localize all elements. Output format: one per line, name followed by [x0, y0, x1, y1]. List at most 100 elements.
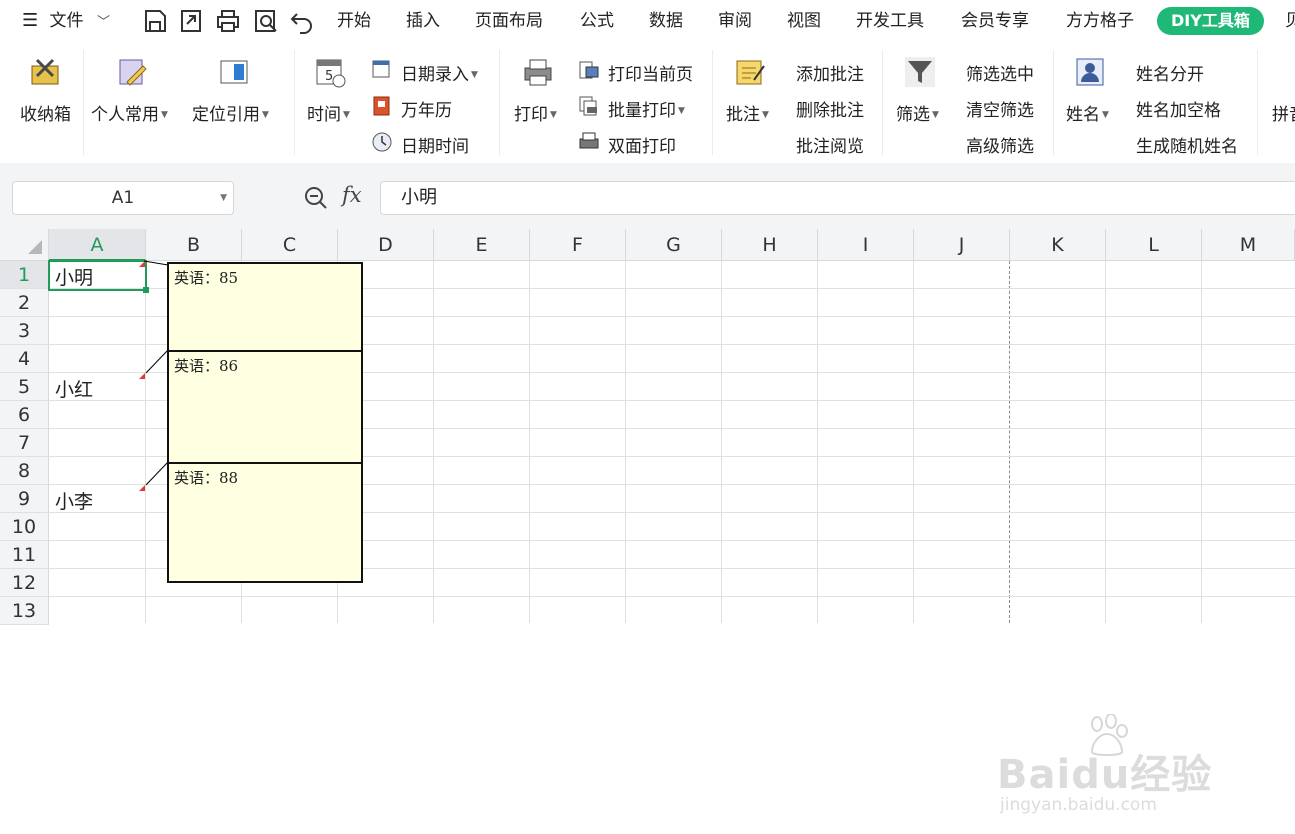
ribbon-separator: [499, 50, 500, 155]
filter-select-button[interactable]: 筛选选中: [966, 60, 1034, 85]
svg-text:5: 5: [325, 69, 333, 84]
name-button[interactable]: 姓名 ▼: [1066, 100, 1109, 125]
locate-ref-button[interactable]: 定位引用 ▼: [192, 100, 269, 125]
print-label: 打印: [514, 105, 548, 125]
tab-review[interactable]: 审阅: [718, 0, 752, 42]
print-preview-icon[interactable]: [251, 6, 281, 36]
save-icon[interactable]: [140, 6, 170, 36]
tab-view[interactable]: 视图: [787, 0, 821, 42]
watermark-brand: Baidu经验: [997, 752, 1213, 798]
select-all-corner[interactable]: [0, 229, 49, 261]
column-header-m[interactable]: M: [1202, 229, 1295, 261]
batch-print-button[interactable]: 批量打印 ▼: [608, 96, 685, 121]
column-header-d[interactable]: D: [338, 229, 434, 261]
column-header-j[interactable]: J: [914, 229, 1010, 261]
row-header-8[interactable]: 8: [0, 457, 49, 485]
filter-button[interactable]: 筛选 ▼: [896, 100, 939, 125]
export-icon[interactable]: [176, 6, 206, 36]
ribbon-separator: [1257, 50, 1258, 155]
random-name-button[interactable]: 生成随机姓名: [1136, 132, 1238, 157]
delete-comment-button[interactable]: 删除批注: [796, 96, 864, 121]
column-header-a[interactable]: A: [49, 229, 146, 261]
chevron-down-icon: ﹀: [96, 15, 110, 30]
row-header-7[interactable]: 7: [0, 429, 49, 457]
locate-ref-label: 定位引用: [192, 105, 260, 125]
comment-note-icon: [736, 60, 765, 85]
name-box[interactable]: A1 ▼: [12, 181, 234, 215]
selected-cell-outline: [48, 260, 149, 293]
ribbon-separator: [294, 50, 295, 155]
comment-box[interactable]: 英语：85: [167, 262, 363, 352]
tab-start[interactable]: 开始: [337, 0, 371, 42]
row-header-5[interactable]: 5: [0, 373, 49, 401]
clear-filter-button[interactable]: 清空筛选: [966, 96, 1034, 121]
print-current-icon: [579, 61, 599, 79]
watermark-url: jingyan.baidu.com: [1000, 795, 1157, 815]
row-header-1[interactable]: 1: [0, 261, 49, 289]
calendar-button[interactable]: 万年历: [401, 96, 452, 121]
dropdown-caret-icon: ▼: [1102, 110, 1109, 120]
printer-icon[interactable]: [213, 6, 243, 36]
comment-box[interactable]: 英语：88: [167, 462, 363, 583]
comment-box[interactable]: 英语：86: [167, 350, 363, 464]
time-calendar-icon: 5: [316, 59, 346, 88]
column-header-l[interactable]: L: [1106, 229, 1202, 261]
print-button[interactable]: 打印 ▼: [514, 100, 557, 125]
date-time-button[interactable]: 日期时间: [401, 132, 469, 157]
toolbox-icon: [31, 58, 59, 85]
duplex-print-button[interactable]: 双面打印: [608, 132, 676, 157]
row-header-13[interactable]: 13: [0, 597, 49, 625]
hamburger-icon: ☰: [22, 10, 39, 31]
column-header-i[interactable]: I: [818, 229, 914, 261]
row-header-12[interactable]: 12: [0, 569, 49, 597]
row-header-3[interactable]: 3: [0, 317, 49, 345]
chevron-down-icon[interactable]: ▼: [220, 182, 227, 214]
cell-a5[interactable]: 小红: [55, 375, 93, 402]
undo-icon[interactable]: [287, 6, 317, 36]
time-label: 时间: [307, 105, 341, 125]
print-current-button[interactable]: 打印当前页: [608, 60, 693, 85]
tab-formula[interactable]: 公式: [580, 0, 614, 42]
split-name-button[interactable]: 姓名分开: [1136, 60, 1204, 85]
tab-overflow[interactable]: 贝: [1285, 0, 1295, 42]
date-entry-button[interactable]: 日期录入 ▼: [401, 60, 478, 85]
row-header-11[interactable]: 11: [0, 541, 49, 569]
fx-icon[interactable]: fx: [342, 183, 362, 207]
column-header-f[interactable]: F: [530, 229, 626, 261]
row-header-9[interactable]: 9: [0, 485, 49, 513]
name-space-button[interactable]: 姓名加空格: [1136, 96, 1221, 121]
dropdown-caret-icon: ▼: [343, 110, 350, 120]
column-header-c[interactable]: C: [242, 229, 338, 261]
column-header-g[interactable]: G: [626, 229, 722, 261]
person-card-icon: [1076, 58, 1104, 86]
zoom-search-icon[interactable]: [303, 185, 329, 211]
tab-developer[interactable]: 开发工具: [856, 0, 924, 42]
filter-label: 筛选: [896, 105, 930, 125]
tab-diy-toolbox[interactable]: DIY工具箱: [1157, 7, 1264, 35]
row-header-10[interactable]: 10: [0, 513, 49, 541]
tab-insert[interactable]: 插入: [406, 0, 440, 42]
view-comment-button[interactable]: 批注阅览: [796, 132, 864, 157]
comment-button[interactable]: 批注 ▼: [726, 100, 769, 125]
column-header-h[interactable]: H: [722, 229, 818, 261]
row-header-4[interactable]: 4: [0, 345, 49, 373]
tab-fangfang[interactable]: 方方格子: [1066, 0, 1134, 42]
formula-input[interactable]: 小明: [380, 181, 1295, 215]
row-header-2[interactable]: 2: [0, 289, 49, 317]
dropdown-caret-icon: ▼: [762, 110, 769, 120]
add-comment-button[interactable]: 添加批注: [796, 60, 864, 85]
time-button[interactable]: 时间 ▼: [307, 100, 350, 125]
column-header-k[interactable]: K: [1010, 229, 1106, 261]
file-menu[interactable]: ☰ 文件 ﹀: [22, 0, 110, 42]
personal-button[interactable]: 个人常用 ▼: [91, 100, 168, 125]
row-header-6[interactable]: 6: [0, 401, 49, 429]
tab-data[interactable]: 数据: [649, 0, 683, 42]
tab-member[interactable]: 会员专享: [961, 0, 1029, 42]
tab-page-layout[interactable]: 页面布局: [475, 0, 543, 42]
advanced-filter-button[interactable]: 高级筛选: [966, 132, 1034, 157]
cell-a9[interactable]: 小李: [55, 487, 93, 514]
pinyin-button[interactable]: 拼音: [1272, 100, 1295, 125]
comment-label: 批注: [726, 105, 760, 125]
toolbox-button[interactable]: 收纳箱: [20, 100, 71, 125]
column-header-e[interactable]: E: [434, 229, 530, 261]
